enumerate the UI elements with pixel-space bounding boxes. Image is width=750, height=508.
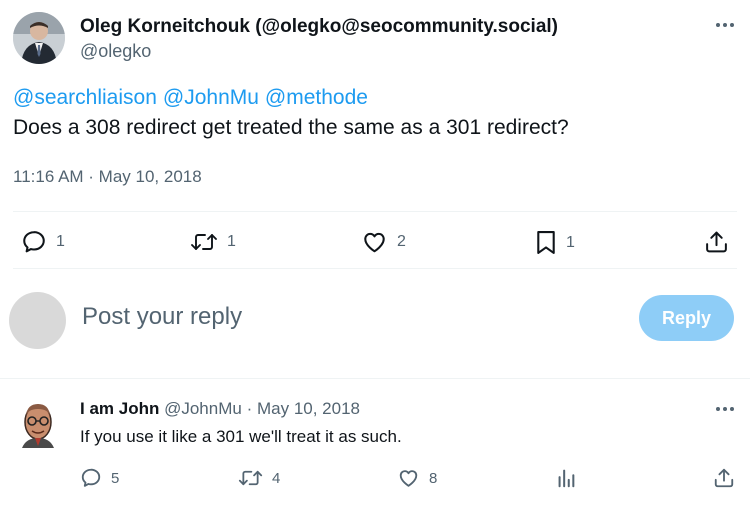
heart-icon	[364, 232, 385, 253]
reply-repost-action[interactable]: 4	[238, 467, 280, 489]
repost-count: 1	[227, 233, 236, 250]
bookmark-icon	[537, 231, 555, 254]
like-action[interactable]: 2	[361, 229, 406, 255]
speech-bubble-icon	[81, 468, 101, 487]
reply-count: 1	[56, 233, 65, 250]
divider	[13, 211, 737, 212]
tweet-detail-page: Oleg Korneitchouk (@olegko@seocommunity.…	[0, 0, 750, 508]
share-action[interactable]	[704, 229, 729, 255]
reply-like-action[interactable]: 8	[397, 467, 437, 489]
reply-share-action[interactable]	[713, 467, 735, 489]
author-handle[interactable]: @olegko	[80, 41, 151, 62]
share-upload-icon	[706, 231, 727, 253]
reply-reply-action[interactable]: 5	[80, 467, 119, 489]
reply-reply-count: 5	[111, 469, 120, 487]
author-avatar[interactable]	[13, 12, 65, 64]
speech-bubble-icon	[23, 231, 45, 253]
bar-chart-icon	[558, 469, 575, 488]
reply-header: I am John @JohnMu · May 10, 2018	[80, 399, 360, 419]
divider	[13, 268, 737, 269]
reply-button[interactable]: Reply	[639, 295, 734, 341]
repost-arrows-icon	[238, 470, 263, 486]
tweet-text: Does a 308 redirect get treated the same…	[13, 116, 569, 139]
reply-text: If you use it like a 301 we'll treat it …	[80, 427, 402, 446]
reply-repost-count: 4	[272, 469, 281, 487]
bookmark-action[interactable]: 1	[535, 229, 575, 256]
composer-avatar	[9, 292, 66, 349]
reply-author-handle[interactable]: @JohnMu	[164, 399, 242, 418]
repost-arrows-icon	[191, 234, 217, 250]
divider	[0, 378, 750, 379]
reply-action[interactable]: 1	[21, 229, 65, 255]
repost-action[interactable]: 1	[190, 229, 236, 255]
tweet-timestamp[interactable]: 11:16 AM · May 10, 2018	[13, 167, 202, 187]
more-dots-icon	[716, 407, 720, 411]
reply-date[interactable]: May 10, 2018	[257, 399, 360, 418]
heart-icon	[399, 470, 418, 487]
tweet-mentions: @searchliaison @JohnMu @methode	[13, 86, 374, 110]
mention-link[interactable]: @searchliaison	[13, 86, 157, 109]
share-upload-icon	[714, 468, 734, 488]
reply-input[interactable]: Post your reply	[82, 303, 242, 331]
more-options-button[interactable]	[712, 14, 738, 36]
more-dots-icon	[716, 23, 720, 27]
bookmark-count: 1	[566, 233, 575, 251]
reply-author-name[interactable]: I am John	[80, 399, 159, 418]
meta-separator: ·	[246, 399, 253, 418]
mention-link[interactable]: @methode	[265, 86, 368, 109]
reply-views-action[interactable]	[555, 467, 577, 489]
reply-like-count: 8	[429, 469, 438, 487]
like-count: 2	[397, 233, 406, 250]
author-name[interactable]: Oleg Korneitchouk (@olegko@seocommunity.…	[80, 16, 558, 38]
reply-author-avatar[interactable]	[18, 400, 58, 448]
mention-link[interactable]: @JohnMu	[163, 86, 259, 109]
reply-more-options-button[interactable]	[712, 398, 738, 420]
